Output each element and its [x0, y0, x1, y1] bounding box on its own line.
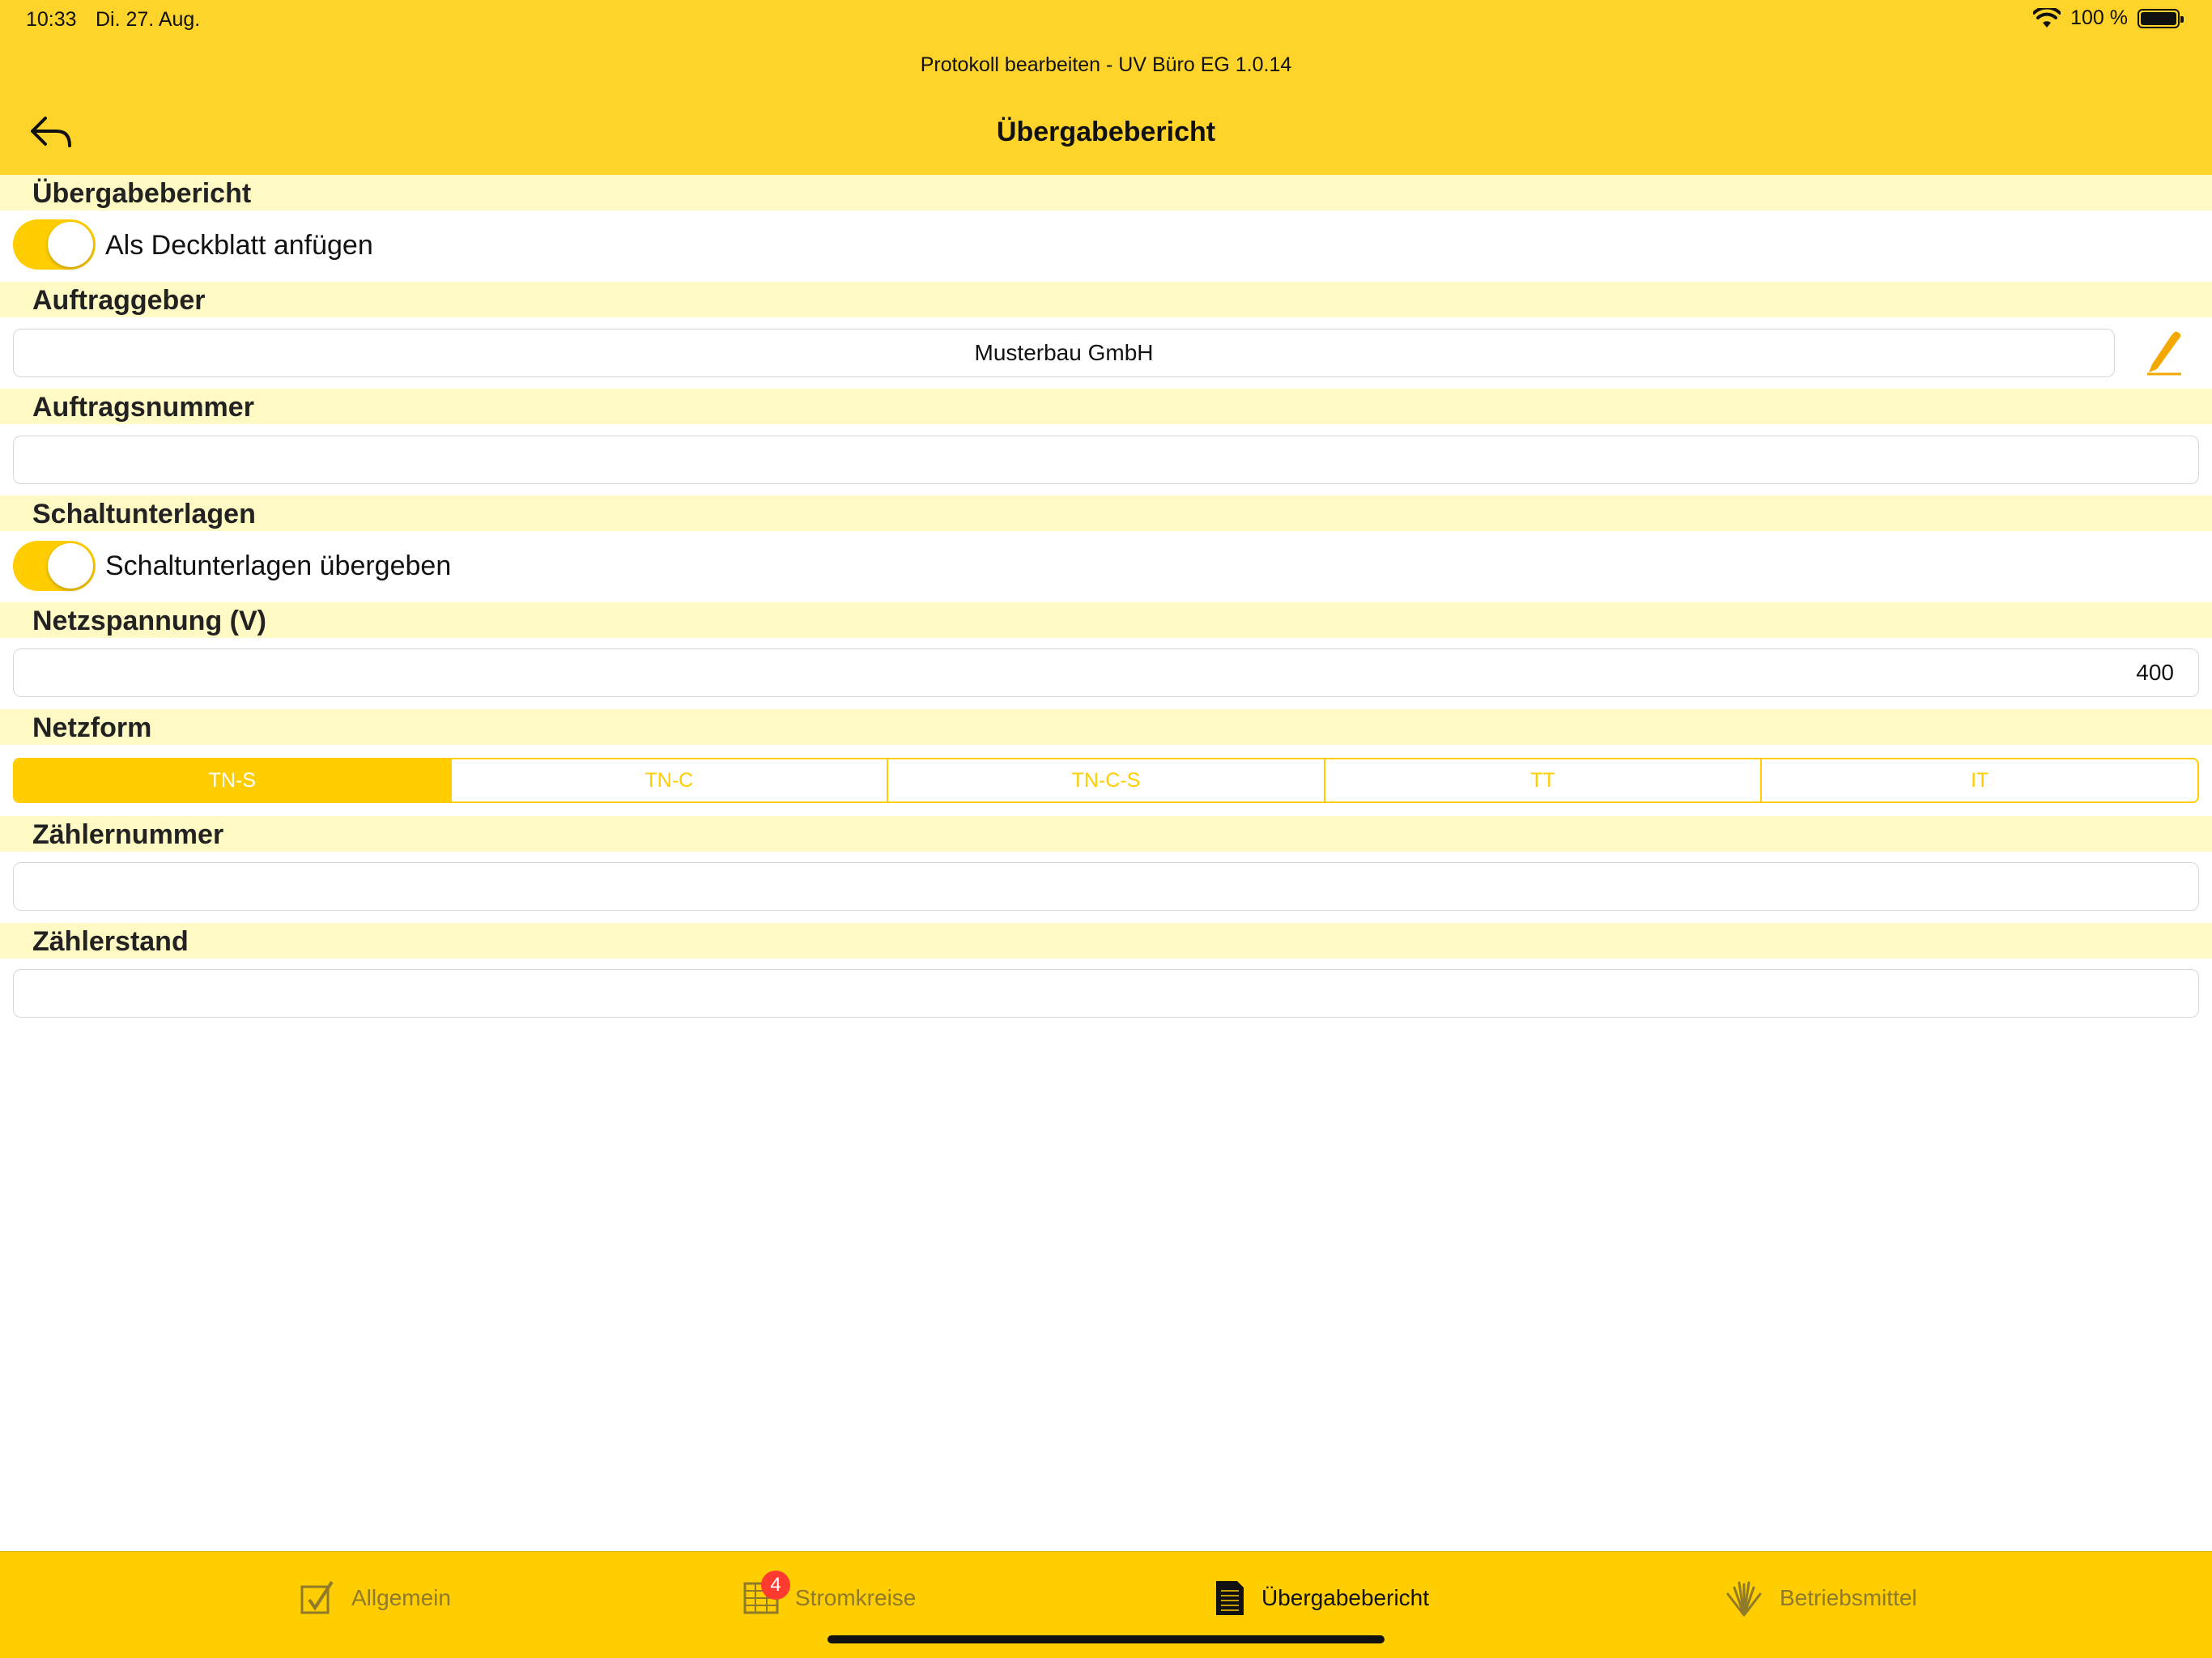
segment-tt[interactable]: TT [1325, 759, 1763, 801]
circuit-docs-toggle-label: Schaltunterlagen übergeben [105, 551, 452, 581]
section-header-zaehlernummer: Zählernummer [0, 816, 2212, 852]
segment-it[interactable]: IT [1762, 759, 2197, 801]
battery-percentage: 100 % [2070, 6, 2128, 29]
section-label: Zählernummer [32, 819, 224, 850]
header-subtitle: Protokoll bearbeiten - UV Büro EG 1.0.14 [920, 53, 1292, 76]
section-header-uebergabebericht: Übergabebericht [0, 175, 2212, 210]
section-label: Netzspannung (V) [32, 606, 266, 636]
pencil-edit-icon[interactable] [2141, 329, 2184, 376]
voltage-field[interactable]: 400 [13, 648, 2199, 697]
segment-tn-s[interactable]: TN-S [15, 759, 452, 801]
client-field[interactable]: Musterbau GmbH [13, 329, 2115, 377]
cover-page-toggle[interactable] [13, 219, 96, 270]
order-number-field[interactable] [13, 436, 2199, 484]
home-indicator[interactable] [827, 1635, 1385, 1643]
notification-badge: 4 [761, 1571, 790, 1600]
section-header-auftraggeber: Auftraggeber [0, 282, 2212, 317]
section-label: Auftraggeber [32, 285, 206, 316]
tab-label: Betriebsmittel [1780, 1585, 1917, 1610]
cover-page-toggle-label: Als Deckblatt anfügen [105, 230, 373, 261]
segment-tn-c[interactable]: TN-C [451, 759, 889, 801]
segment-tn-c-s[interactable]: TN-C-S [888, 759, 1325, 801]
section-label: Schaltunterlagen [32, 499, 256, 529]
meter-reading-field[interactable] [13, 969, 2199, 1018]
burst-icon [1726, 1581, 1762, 1617]
tab-uebergabebericht[interactable]: Übergabebericht [1214, 1575, 1429, 1622]
header-bar: 10:33 Di. 27. Aug. 100 % Protokoll bearb… [0, 0, 2212, 175]
section-header-zaehlerstand: Zählerstand [0, 923, 2212, 959]
tab-label: Stromkreise [795, 1585, 917, 1610]
page-title: Übergabebericht [996, 117, 1216, 147]
section-header-netzform: Netzform [0, 709, 2212, 745]
meter-number-field[interactable] [13, 862, 2199, 911]
battery-icon [2138, 8, 2184, 28]
tab-icon-wrap: 4 [743, 1571, 790, 1614]
circuit-docs-toggle[interactable] [13, 541, 96, 591]
section-header-auftragsnummer: Auftragsnummer [0, 389, 2212, 424]
tab-label: Allgemein [351, 1585, 451, 1610]
section-header-schaltunterlagen: Schaltunterlagen [0, 495, 2212, 531]
checkbox-icon [300, 1580, 334, 1614]
section-label: Zählerstand [32, 926, 189, 957]
status-indicators: 100 % [2033, 6, 2184, 30]
tab-stromkreise[interactable]: 4 Stromkreise [743, 1571, 917, 1622]
status-time: 10:33 [26, 8, 77, 31]
section-label: Übergabebericht [32, 178, 252, 209]
tab-betriebsmittel[interactable]: Betriebsmittel [1725, 1575, 1917, 1622]
section-label: Auftragsnummer [32, 392, 254, 423]
tab-allgemein[interactable]: Allgemein [300, 1575, 451, 1622]
section-label: Netzform [32, 712, 152, 743]
status-date: Di. 27. Aug. [96, 8, 201, 31]
section-header-netzspannung: Netzspannung (V) [0, 602, 2212, 638]
wifi-icon [2033, 7, 2061, 28]
document-icon [1216, 1581, 1244, 1615]
tab-label: Übergabebericht [1261, 1585, 1430, 1610]
network-form-segmented-control: TN-S TN-C TN-C-S TT IT [13, 758, 2199, 803]
